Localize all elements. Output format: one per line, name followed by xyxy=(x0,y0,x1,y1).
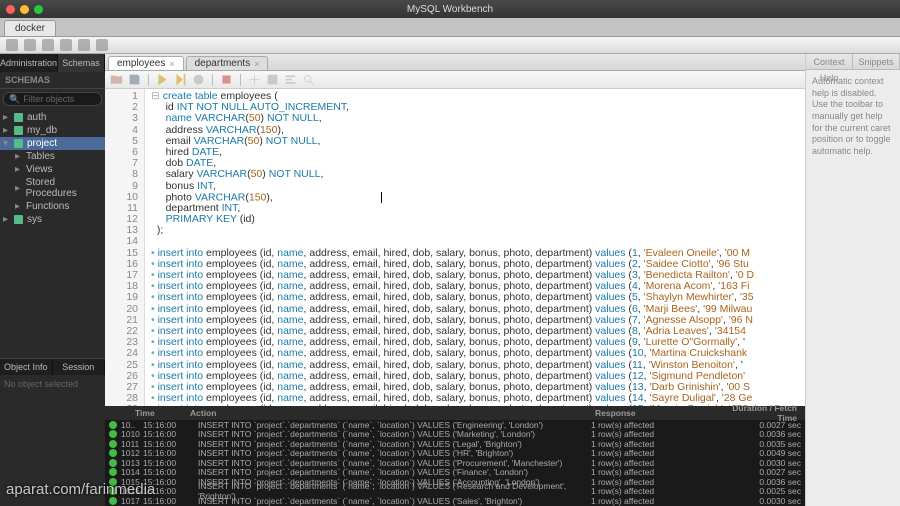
output-row[interactable]: 101415:16:00INSERT INTO `project`.`depar… xyxy=(105,468,805,478)
code-line-12[interactable]: PRIMARY KEY (id) xyxy=(151,214,805,225)
output-row[interactable]: 101215:16:00INSERT INTO `project`.`depar… xyxy=(105,449,805,459)
close-window-button[interactable] xyxy=(6,5,15,14)
code-line-10[interactable]: photo VARCHAR(150), xyxy=(151,192,805,203)
execute-icon[interactable] xyxy=(156,73,169,86)
explain-icon[interactable] xyxy=(192,73,205,86)
schema-child-functions[interactable]: ▸Functions xyxy=(0,200,105,213)
find-icon[interactable] xyxy=(302,73,315,86)
col-time: Time xyxy=(131,408,186,418)
session-tab[interactable]: Session xyxy=(53,359,106,375)
status-ok-icon xyxy=(109,440,117,448)
code-line-6[interactable]: hired DATE, xyxy=(151,147,805,158)
stop-icon[interactable] xyxy=(220,73,233,86)
code-area[interactable]: ⊟ create table employees ( id INT NOT NU… xyxy=(145,89,805,406)
output-rows[interactable]: 10..15:16:00INSERT INTO `project`.`depar… xyxy=(105,420,805,506)
toolbar-icon[interactable] xyxy=(96,39,108,51)
query-tab-employees[interactable]: employees× xyxy=(108,56,184,70)
output-header: Time Action Response Duration / Fetch Ti… xyxy=(105,406,805,420)
sql-editor[interactable]: 1234567891011121314151617181920212223242… xyxy=(105,89,805,406)
minimize-window-button[interactable] xyxy=(20,5,29,14)
toolbar-icon[interactable] xyxy=(78,39,90,51)
sidebar-tab-admin[interactable]: Administration xyxy=(0,54,58,72)
output-row[interactable]: 101315:16:00INSERT INTO `project`.`depar… xyxy=(105,458,805,468)
col-action: Action xyxy=(186,408,591,418)
status-ok-icon xyxy=(109,459,117,467)
app-title: MySQL Workbench xyxy=(407,4,493,15)
open-file-icon[interactable] xyxy=(110,73,123,86)
schema-item-sys[interactable]: ▸sys xyxy=(0,213,105,226)
schema-item-auth[interactable]: ▸auth xyxy=(0,111,105,124)
filter-placeholder: Filter objects xyxy=(23,94,74,104)
output-panel: Time Action Response Duration / Fetch Ti… xyxy=(105,406,805,506)
status-ok-icon xyxy=(109,421,117,429)
query-tab-departments[interactable]: departments× xyxy=(186,56,269,70)
schema-filter-input[interactable]: 🔍 Filter objects xyxy=(3,92,102,106)
close-tab-icon[interactable]: × xyxy=(169,59,174,69)
save-icon[interactable] xyxy=(128,73,141,86)
limit-icon[interactable] xyxy=(266,73,279,86)
beautify-icon[interactable] xyxy=(284,73,297,86)
open-sql-icon[interactable] xyxy=(24,39,36,51)
sidebar-tabs: Administration Schemas xyxy=(0,54,105,72)
new-sql-icon[interactable] xyxy=(6,39,18,51)
object-info-content: No object selected xyxy=(0,375,105,393)
commit-icon[interactable] xyxy=(248,73,261,86)
toolbar-icon[interactable] xyxy=(42,39,54,51)
output-row[interactable]: 10..15:16:00INSERT INTO `project`.`depar… xyxy=(105,420,805,430)
output-row[interactable]: 101715:16:00INSERT INTO `project`.`depar… xyxy=(105,496,805,506)
schema-item-project[interactable]: ▾project xyxy=(0,137,105,150)
output-row[interactable]: 101015:16:00INSERT INTO `project`.`depar… xyxy=(105,430,805,440)
code-line-8[interactable]: salary VARCHAR(50) NOT NULL, xyxy=(151,169,805,180)
code-line-5[interactable]: email VARCHAR(50) NOT NULL, xyxy=(151,136,805,147)
sidebar: Administration Schemas SCHEMAS 🔍 Filter … xyxy=(0,54,105,506)
connection-tab-label: docker xyxy=(15,23,45,34)
schema-child-stored-procedures[interactable]: ▸Stored Procedures xyxy=(0,176,105,200)
maximize-window-button[interactable] xyxy=(34,5,43,14)
main-toolbar xyxy=(0,37,900,54)
query-tabs: employees×departments× xyxy=(105,54,805,71)
schema-child-tables[interactable]: ▸Tables xyxy=(0,150,105,163)
toolbar-icon[interactable] xyxy=(60,39,72,51)
connection-tabstrip: docker xyxy=(0,18,900,37)
watermark: aparat.com/farinmedia xyxy=(6,481,155,498)
snippets-tab[interactable]: Snippets xyxy=(853,54,900,69)
schema-child-views[interactable]: ▸Views xyxy=(0,163,105,176)
context-help-body: Automatic context help is disabled. Use … xyxy=(806,70,900,164)
schemas-header: SCHEMAS xyxy=(0,72,105,89)
object-info-tab[interactable]: Object Info xyxy=(0,359,53,375)
titlebar: MySQL Workbench xyxy=(0,0,900,18)
right-panel: Context Help Snippets Automatic context … xyxy=(805,54,900,506)
code-line-29[interactable]: • insert into employees (id, name, addre… xyxy=(151,404,805,406)
window-controls xyxy=(6,5,43,14)
col-response: Response xyxy=(591,408,711,418)
close-tab-icon[interactable]: × xyxy=(254,59,259,69)
execute-step-icon[interactable] xyxy=(174,73,187,86)
context-help-tab[interactable]: Context Help xyxy=(806,54,853,69)
status-ok-icon xyxy=(109,468,117,476)
schema-tree: ▸auth▸my_db▾project▸Tables▸Views▸Stored … xyxy=(0,109,105,358)
query-toolbar xyxy=(105,71,805,89)
connection-tab[interactable]: docker xyxy=(4,20,56,36)
code-line-13[interactable]: ); xyxy=(151,225,805,236)
sidebar-tab-schemas[interactable]: Schemas xyxy=(58,54,105,72)
output-row[interactable]: 101615:16:00INSERT INTO `project`.`depar… xyxy=(105,487,805,497)
output-row[interactable]: 101115:16:00INSERT INTO `project`.`depar… xyxy=(105,439,805,449)
center-area: employees×departments× 12345678910111213… xyxy=(105,54,805,506)
schema-item-my_db[interactable]: ▸my_db xyxy=(0,124,105,137)
status-ok-icon xyxy=(109,449,117,457)
status-ok-icon xyxy=(109,430,117,438)
line-gutter: 1234567891011121314151617181920212223242… xyxy=(105,89,145,406)
